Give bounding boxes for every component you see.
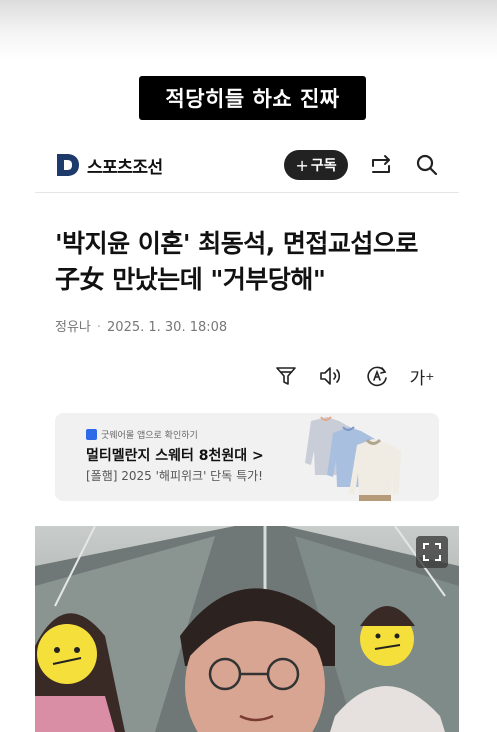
font-size-label: 가 xyxy=(409,368,426,389)
site-logo[interactable]: 스포츠조선 xyxy=(55,152,163,178)
ad-banner[interactable]: 굿웨어몰 앱으로 확인하기 멀티멜란지 스웨터 8천원대 > [폴햄] 2025… xyxy=(55,413,439,501)
summary-filter-icon[interactable] xyxy=(273,363,299,389)
logo-mark-icon xyxy=(57,154,79,176)
sweater-product-image xyxy=(305,416,401,501)
publish-date: 2025. 1. 30. 18:08 xyxy=(107,320,228,335)
app-icon xyxy=(86,429,97,440)
ad-title: 멀티멜란지 스웨터 8천원대 > xyxy=(86,448,264,464)
site-name: 스포츠조선 xyxy=(87,157,163,178)
byline-separator: · xyxy=(96,320,102,335)
story-caption: 적당히들 하쇼 진짜 xyxy=(139,76,366,120)
article-photo[interactable] xyxy=(35,526,459,732)
photo-illustration xyxy=(35,526,459,732)
listen-audio-icon[interactable] xyxy=(318,363,344,389)
subscribe-button[interactable]: + 구독 xyxy=(284,150,348,180)
share-icon[interactable] xyxy=(369,152,395,178)
translate-icon[interactable] xyxy=(364,363,390,389)
author-name[interactable]: 정유나 xyxy=(55,320,91,335)
search-icon[interactable] xyxy=(414,152,440,178)
ad-subtitle: [폴햄] 2025 '해피위크' 단독 특가! xyxy=(86,469,263,483)
site-header: 스포츠조선 + 구독 xyxy=(35,138,459,193)
article-headline: '박지윤 이혼' 최동석, 면접교섭으로 子女 만났는데 "거부당해" xyxy=(55,229,418,294)
ad-source-label: 굿웨어몰 앱으로 확인하기 xyxy=(101,431,198,441)
article-byline: 정유나 · 2025. 1. 30. 18:08 xyxy=(55,316,227,335)
expand-icon[interactable] xyxy=(416,536,448,568)
article-card: 스포츠조선 + 구독 '박지윤 이혼' 최동석, 면접교섭으로 子女 만났는데 … xyxy=(35,138,459,732)
font-size-icon[interactable]: 가 + xyxy=(409,363,435,389)
ad-source: 굿웨어몰 앱으로 확인하기 xyxy=(86,428,198,441)
subscribe-label: 구독 xyxy=(310,158,337,174)
plus-icon: + xyxy=(295,155,309,175)
